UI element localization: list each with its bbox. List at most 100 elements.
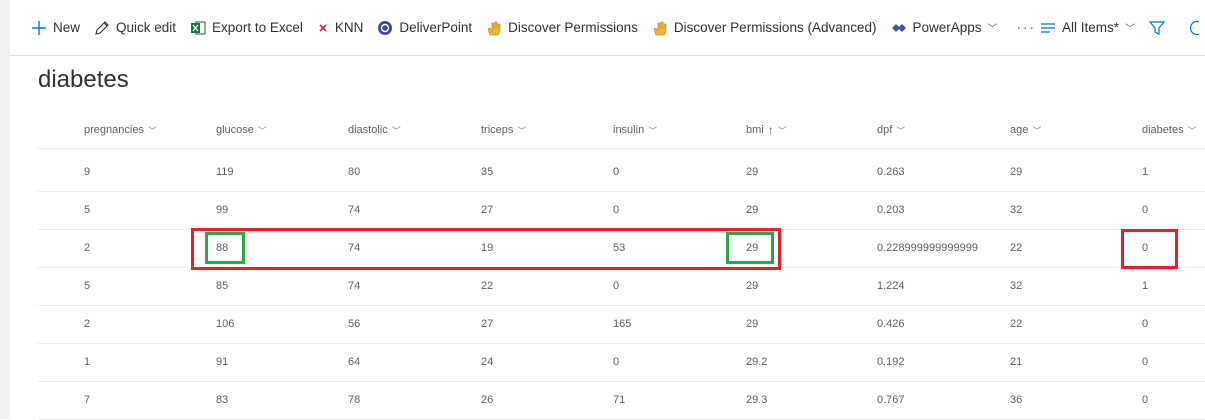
column-header-row: pregnancies ﹀ glucose ﹀ diastolic ﹀ tric… xyxy=(38,112,1205,149)
cell-bmi: 29 xyxy=(746,204,759,216)
column-header-pregnancies[interactable]: pregnancies ﹀ xyxy=(84,112,157,148)
glucose-highlight-box xyxy=(205,232,245,264)
cell-diastolic: 78 xyxy=(348,394,361,406)
cell-age: 29 xyxy=(1010,166,1023,178)
cell-diabetes: 0 xyxy=(1142,204,1149,216)
discover-permissions-label: Discover Permissions xyxy=(508,20,638,35)
discover-permissions-advanced-button[interactable]: Discover Permissions (Advanced) xyxy=(645,8,884,48)
column-header-age[interactable]: age ﹀ xyxy=(1010,112,1041,148)
plus-icon xyxy=(31,20,47,36)
knn-button[interactable]: KNN xyxy=(310,8,371,48)
column-header-glucose[interactable]: glucose ﹀ xyxy=(216,112,267,148)
cell-triceps: 26 xyxy=(481,394,494,406)
cell-diastolic: 56 xyxy=(348,318,361,330)
info-icon xyxy=(1185,20,1199,36)
cell-triceps: 35 xyxy=(481,166,494,178)
deliverpoint-label: DeliverPoint xyxy=(399,20,473,35)
chevron-down-icon: ﹀ xyxy=(1125,24,1135,35)
column-header-triceps[interactable]: triceps ﹀ xyxy=(481,112,526,148)
diabetes-highlight-box xyxy=(1121,229,1178,269)
powerapps-icon xyxy=(891,20,907,36)
cell-diastolic: 74 xyxy=(348,204,361,216)
powerapps-label: PowerApps xyxy=(912,20,982,35)
cell-triceps: 22 xyxy=(481,280,494,292)
cell-glucose: 85 xyxy=(216,280,229,292)
cell-insulin: 165 xyxy=(613,318,632,330)
table-row[interactable]: 1 91 64 24 0 29.2 0.192 21 0 xyxy=(38,343,1205,382)
table-row[interactable]: 5 99 74 27 0 29 0.203 32 0 xyxy=(38,191,1205,230)
chevron-down-icon: ﹀ xyxy=(896,125,906,136)
cell-triceps: 24 xyxy=(481,356,494,368)
column-header-label: diabetes xyxy=(1142,124,1184,136)
info-button[interactable] xyxy=(1178,8,1205,48)
table-row[interactable]: 7 83 78 26 71 29.3 0.767 36 0 xyxy=(38,381,1205,420)
discover-permissions-button[interactable]: Discover Permissions xyxy=(479,8,645,48)
cell-dpf: 0.203 xyxy=(877,204,905,216)
new-button[interactable]: New xyxy=(24,8,87,48)
cell-diabetes: 1 xyxy=(1142,280,1149,292)
chevron-down-icon: ﹀ xyxy=(517,125,527,136)
cell-dpf: 0.192 xyxy=(877,356,905,368)
column-header-label: dpf xyxy=(877,124,893,136)
export-to-excel-button[interactable]: Export to Excel xyxy=(183,8,310,48)
powerapps-button[interactable]: PowerApps ﹀ xyxy=(884,8,1005,48)
cell-pregnancies: 5 xyxy=(84,204,91,216)
sort-ascending-icon: ↑ xyxy=(767,123,774,137)
filter-button[interactable] xyxy=(1142,8,1178,48)
column-header-diastolic[interactable]: diastolic ﹀ xyxy=(348,112,401,148)
quick-edit-button[interactable]: Quick edit xyxy=(87,8,183,48)
column-header-label: triceps xyxy=(481,124,514,136)
bmi-highlight-box xyxy=(726,232,774,264)
column-header-label: insulin xyxy=(613,124,645,136)
export-to-excel-label: Export to Excel xyxy=(212,20,303,35)
deliverpoint-button[interactable]: DeliverPoint xyxy=(370,8,479,48)
column-header-insulin[interactable]: insulin ﹀ xyxy=(613,112,657,148)
chevron-down-icon: ﹀ xyxy=(1187,125,1197,136)
new-label: New xyxy=(53,20,81,35)
column-header-label: glucose xyxy=(216,124,254,136)
cell-bmi: 29.3 xyxy=(746,394,768,406)
cell-pregnancies: 2 xyxy=(84,242,91,254)
cell-glucose: 119 xyxy=(216,166,234,178)
chevron-down-icon: ﹀ xyxy=(391,125,401,136)
discover-permissions-advanced-label: Discover Permissions (Advanced) xyxy=(673,20,877,35)
cell-insulin: 0 xyxy=(613,204,620,216)
view-label: All Items* xyxy=(1061,20,1119,35)
table-row[interactable]: 5 85 74 22 0 29 1.224 32 1 xyxy=(38,267,1205,306)
cell-diastolic: 74 xyxy=(348,280,361,292)
chevron-down-icon: ﹀ xyxy=(648,125,658,136)
cell-diabetes: 0 xyxy=(1142,394,1149,406)
column-header-diabetes[interactable]: diabetes ﹀ xyxy=(1142,112,1197,148)
pencil-icon xyxy=(94,20,110,36)
cell-diastolic: 64 xyxy=(348,356,361,368)
cell-bmi: 29 xyxy=(746,166,759,178)
column-header-label: pregnancies xyxy=(84,124,144,136)
cell-age: 32 xyxy=(1010,204,1023,216)
cell-diabetes: 1 xyxy=(1142,166,1149,178)
cell-triceps: 27 xyxy=(481,318,494,330)
deliverpoint-icon xyxy=(377,20,393,36)
column-header-label: diastolic xyxy=(348,124,388,136)
table-row[interactable]: 9 119 80 35 0 29 0.263 29 1 xyxy=(38,153,1205,192)
cell-pregnancies: 7 xyxy=(84,394,91,406)
cell-insulin: 0 xyxy=(613,280,620,292)
cell-pregnancies: 1 xyxy=(84,356,91,368)
chevron-down-icon: ﹀ xyxy=(257,125,267,136)
column-header-dpf[interactable]: dpf ﹀ xyxy=(877,112,905,148)
column-header-bmi[interactable]: bmi ↑ ﹀ xyxy=(746,112,787,148)
cell-dpf: 1.224 xyxy=(877,280,905,292)
view-selector[interactable]: All Items* ﹀ xyxy=(1033,8,1142,48)
cell-triceps: 27 xyxy=(481,204,494,216)
cell-age: 36 xyxy=(1010,394,1023,406)
list-title: diabetes xyxy=(38,66,129,93)
cell-glucose: 99 xyxy=(216,204,229,216)
cell-glucose: 106 xyxy=(216,318,235,330)
cell-pregnancies: 5 xyxy=(84,280,91,292)
cell-insulin: 71 xyxy=(613,394,626,406)
knn-label: KNN xyxy=(334,20,364,35)
row-highlight-box xyxy=(191,228,781,270)
cell-bmi: 29 xyxy=(746,280,759,292)
chevron-down-icon: ﹀ xyxy=(147,125,157,136)
table-row[interactable]: 2 106 56 27 165 29 0.426 22 0 xyxy=(38,305,1205,344)
cell-age: 21 xyxy=(1010,356,1023,368)
